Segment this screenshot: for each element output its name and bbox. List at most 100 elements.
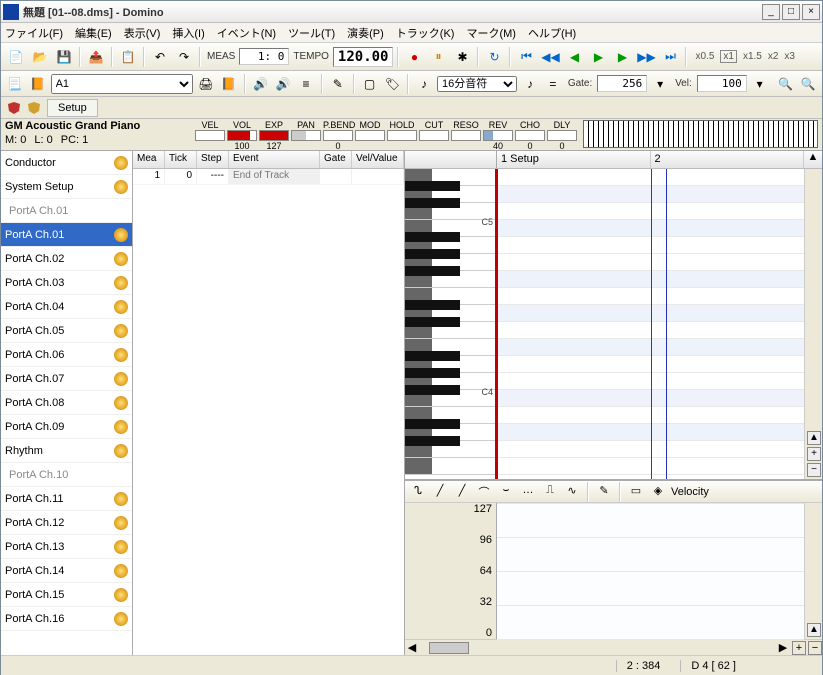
cube-icon[interactable]: ▢	[360, 73, 380, 95]
batch-icon[interactable]: ≡	[296, 73, 316, 95]
curve-random-icon[interactable]: …	[519, 483, 537, 501]
scroll-right-icon[interactable]: ▶	[776, 641, 790, 654]
speaker-icon[interactable]	[114, 564, 128, 578]
event-row[interactable]: 10----End of Track	[133, 169, 404, 185]
note-icon[interactable]: ♪	[414, 73, 434, 95]
new-icon[interactable]: 📄	[5, 46, 27, 68]
cc-reso[interactable]: RESO	[451, 120, 481, 151]
zoom-plus-icon[interactable]: +	[807, 447, 821, 461]
track-item[interactable]: PortA Ch.02	[1, 247, 132, 271]
zoom-15[interactable]: x1.5	[743, 51, 762, 62]
scrollbar-thumb[interactable]	[429, 642, 469, 654]
note2-icon[interactable]: ♪	[520, 73, 540, 95]
menu-event[interactable]: イベント(N)	[217, 25, 276, 41]
undo-icon[interactable]: ↶	[149, 46, 171, 68]
track-item[interactable]: System Setup	[1, 175, 132, 199]
zoom-out-icon[interactable]: 🔍	[776, 73, 796, 95]
h-zoom-minus-icon[interactable]: −	[808, 641, 822, 655]
vel-input[interactable]	[697, 75, 747, 92]
open-icon[interactable]: 📂	[29, 46, 51, 68]
zoom-1[interactable]: x1	[720, 50, 737, 63]
col-velvalue[interactable]: Vel/Value	[352, 151, 404, 168]
print-icon[interactable]: 🖨	[196, 73, 216, 95]
mini-keyboard[interactable]	[583, 120, 818, 148]
cc-hold[interactable]: HOLD	[387, 120, 417, 151]
cc-cho[interactable]: CHO0	[515, 120, 545, 151]
note-value-select[interactable]: 16分音符	[437, 76, 517, 92]
tag2-icon[interactable]: ◈	[649, 483, 667, 501]
menu-track[interactable]: トラック(K)	[396, 25, 455, 41]
play-icon[interactable]: ▶	[587, 46, 609, 68]
menu-help[interactable]: ヘルプ(H)	[528, 25, 576, 41]
track-item[interactable]: PortA Ch.09	[1, 415, 132, 439]
close-button[interactable]: ×	[802, 4, 820, 20]
scroll-left-icon[interactable]: ◀	[405, 641, 419, 654]
ruler[interactable]: 1 Setup 2 ▲	[405, 151, 822, 169]
vel-step-icon[interactable]: ▾	[750, 73, 770, 95]
curve-convex-icon[interactable]: ⌣	[497, 483, 515, 501]
track-item[interactable]: PortA Ch.05	[1, 319, 132, 343]
speaker-icon[interactable]	[114, 228, 128, 242]
zoom-3[interactable]: x3	[784, 51, 795, 62]
piano-keys[interactable]: C5C4	[405, 169, 497, 479]
speaker-icon[interactable]	[114, 444, 128, 458]
zoom-05[interactable]: x0.5	[695, 51, 714, 62]
track-item[interactable]: PortA Ch.04	[1, 295, 132, 319]
velocity-plot[interactable]	[497, 503, 804, 639]
track-item[interactable]: PortA Ch.01	[1, 223, 132, 247]
cc-cut[interactable]: CUT	[419, 120, 449, 151]
speaker-icon[interactable]	[114, 588, 128, 602]
book2-icon[interactable]: 📙	[219, 73, 239, 95]
export-icon[interactable]: 📤	[85, 46, 107, 68]
gate-step-icon[interactable]: ▾	[650, 73, 670, 95]
menu-tool[interactable]: ツール(T)	[288, 25, 335, 41]
pause-icon[interactable]: ⏸	[427, 46, 449, 68]
save-icon[interactable]: 💾	[53, 46, 75, 68]
track-item[interactable]: Conductor	[1, 151, 132, 175]
track-item[interactable]: PortA Ch.08	[1, 391, 132, 415]
panic-icon[interactable]: ✱	[451, 46, 473, 68]
col-tick[interactable]: Tick	[165, 151, 197, 168]
cc-pan[interactable]: PAN	[291, 120, 321, 151]
track-item[interactable]: PortA Ch.07	[1, 367, 132, 391]
rewind-icon[interactable]: ◀◀	[539, 46, 561, 68]
piano-roll-grid[interactable]	[497, 169, 804, 479]
curve-line2-icon[interactable]: ╱	[453, 483, 471, 501]
speaker-icon[interactable]	[114, 540, 128, 554]
speaker-icon[interactable]	[114, 516, 128, 530]
loop-icon[interactable]: ↻	[483, 46, 505, 68]
curve-line-icon[interactable]: ╱	[431, 483, 449, 501]
curve-free-icon[interactable]: ᔐ	[409, 483, 427, 501]
speaker-icon[interactable]	[114, 420, 128, 434]
speaker-icon[interactable]	[114, 612, 128, 626]
col-event[interactable]: Event	[229, 151, 320, 168]
speaker-icon[interactable]	[114, 252, 128, 266]
minimize-button[interactable]: _	[762, 4, 780, 20]
cc-dly[interactable]: DLY0	[547, 120, 577, 151]
curve-step-icon[interactable]: ⎍	[541, 483, 559, 501]
track-item[interactable]: PortA Ch.15	[1, 583, 132, 607]
pencil-icon[interactable]: ✎	[328, 73, 348, 95]
speaker-icon[interactable]	[114, 396, 128, 410]
speaker-icon[interactable]	[114, 324, 128, 338]
speaker-icon[interactable]: 🔊	[251, 73, 271, 95]
cc-exp[interactable]: EXP127	[259, 120, 289, 151]
track-item[interactable]: PortA Ch.01	[1, 199, 132, 223]
cc-rev[interactable]: REV40	[483, 120, 513, 151]
menu-edit[interactable]: 編集(E)	[75, 25, 112, 41]
rewind-start-icon[interactable]: ⏮	[515, 46, 537, 68]
cc-vel[interactable]: VEL	[195, 120, 225, 151]
menu-insert[interactable]: 挿入(I)	[172, 25, 204, 41]
redo-icon[interactable]: ↷	[173, 46, 195, 68]
track-item[interactable]: PortA Ch.14	[1, 559, 132, 583]
select-rect-icon[interactable]: ▭	[627, 483, 645, 501]
track-item[interactable]: Rhythm	[1, 439, 132, 463]
track-item[interactable]: PortA Ch.03	[1, 271, 132, 295]
menu-file[interactable]: ファイル(F)	[5, 25, 63, 41]
ffwd-icon[interactable]: ▶▶	[635, 46, 657, 68]
track-item[interactable]: PortA Ch.12	[1, 511, 132, 535]
ruler-measure-1[interactable]: 1 Setup	[497, 151, 651, 168]
ffwd-end-icon[interactable]: ⏭	[659, 46, 681, 68]
refresh-icon[interactable]: 📋	[117, 46, 139, 68]
speaker-icon[interactable]	[114, 492, 128, 506]
